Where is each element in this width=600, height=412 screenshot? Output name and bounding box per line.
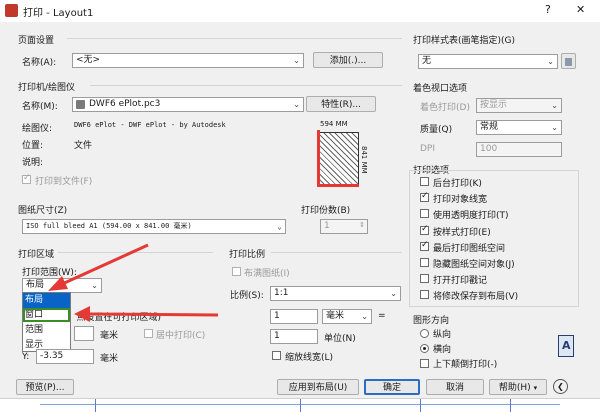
- help-icon[interactable]: ?: [545, 3, 551, 16]
- annotation-arrow: [74, 306, 219, 322]
- close-icon[interactable]: ✕: [576, 3, 585, 16]
- dialog-body: 页面设置 名称(A): <无> ⌄ 添加(.)... 打印机/绘图仪 名称(M)…: [0, 22, 600, 398]
- title-bar: 打印 - Layout1 ? ✕: [0, 0, 600, 23]
- drawing-line: [300, 399, 301, 412]
- app-icon: [5, 4, 18, 17]
- drawing-line: [95, 399, 96, 412]
- annotation-overlay: [48, 243, 219, 322]
- drawing-line: [510, 399, 511, 412]
- window-title: 打印 - Layout1: [23, 8, 94, 19]
- annotation-arrow: [48, 243, 149, 291]
- drawing-line: [420, 399, 421, 412]
- drawing-background: [0, 398, 600, 412]
